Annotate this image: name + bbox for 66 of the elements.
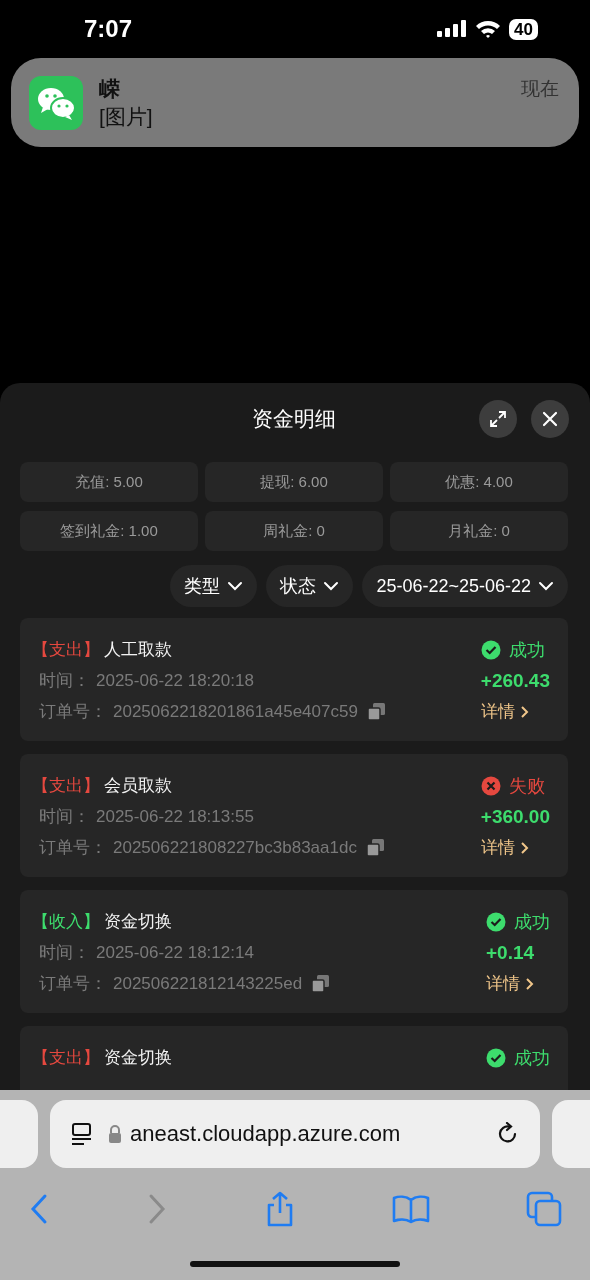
- record-type: 【支出】: [32, 775, 100, 797]
- copy-icon[interactable]: [366, 839, 384, 856]
- battery-indicator: 40: [509, 18, 538, 40]
- time-label: 时间：: [39, 806, 90, 828]
- close-button[interactable]: [531, 400, 569, 438]
- record-status: 失败: [508, 774, 545, 798]
- record-type: 【支出】: [32, 639, 100, 661]
- notification-title: 嵘: [99, 75, 121, 102]
- stat-item: 优惠: 4.00: [390, 462, 568, 502]
- stat-item: 充值: 5.00: [20, 462, 198, 502]
- record-time: 2025-06-22 18:20:18: [96, 670, 254, 691]
- details-link[interactable]: 详情: [480, 832, 530, 863]
- record-title: 资金切换: [104, 911, 172, 933]
- time-label: 时间：: [39, 670, 90, 692]
- wifi-icon: [475, 19, 502, 39]
- record-status: 成功: [508, 638, 545, 662]
- order-label: 订单号：: [39, 701, 107, 723]
- notification-message: [图片]: [99, 103, 154, 130]
- record-amount: +260.43: [480, 669, 550, 693]
- lock-icon: [108, 1125, 122, 1143]
- record-type: 【支出】: [32, 1047, 100, 1069]
- details-link[interactable]: 详情: [486, 968, 535, 999]
- chevron-down-icon: [323, 581, 340, 591]
- filter-dropdown[interactable]: 类型: [170, 565, 258, 607]
- order-label: 订单号：: [39, 837, 107, 859]
- chevron-down-icon: [538, 581, 554, 591]
- chevron-right-icon: [519, 704, 530, 719]
- expand-icon: [488, 409, 508, 429]
- order-number: 202506221808227bc3b83aa1dc: [113, 837, 357, 858]
- time-label: 时间：: [39, 942, 90, 964]
- record-amount: +0.14: [486, 941, 535, 965]
- copy-icon[interactable]: [312, 975, 330, 992]
- close-icon: [541, 410, 559, 428]
- stat-item: 周礼金: 0: [205, 511, 383, 551]
- filter-dropdown[interactable]: 状态: [266, 565, 354, 607]
- record-time: 2025-06-22 18:12:14: [96, 942, 254, 963]
- address-bar[interactable]: aneast.cloudapp.azure.com: [50, 1100, 540, 1168]
- filter-dropdown[interactable]: 25-06-22~25-06-22: [362, 565, 568, 607]
- record-amount: +360.00: [480, 805, 550, 829]
- order-number: 202506221812143225ed: [113, 973, 303, 994]
- details-link[interactable]: 详情: [480, 696, 530, 727]
- reader-icon[interactable]: [70, 1122, 94, 1146]
- url-text: aneast.cloudapp.azure.com: [130, 1121, 401, 1147]
- chevron-right-icon: [519, 840, 530, 855]
- notification-time: 现在: [521, 77, 559, 101]
- stat-item: 月礼金: 0: [390, 511, 568, 551]
- chevron-down-icon: [227, 581, 244, 591]
- record-type: 【收入】: [32, 911, 100, 933]
- stat-item: 提现: 6.00: [205, 462, 383, 502]
- copy-icon[interactable]: [367, 703, 385, 720]
- record-status: 成功: [514, 1046, 550, 1070]
- record-status: 成功: [514, 910, 550, 934]
- record-time: 2025-06-22 18:13:55: [96, 806, 254, 827]
- signal-icon: [437, 19, 468, 39]
- status-time: 7:07: [84, 15, 133, 43]
- notification-banner[interactable]: 嵘 [图片] 现在: [11, 58, 579, 147]
- record-title: 会员取款: [104, 775, 172, 797]
- chevron-right-icon: [525, 976, 535, 991]
- order-label: 订单号：: [39, 973, 107, 995]
- record-title: 资金切换: [104, 1047, 172, 1069]
- record-title: 人工取款: [104, 639, 172, 661]
- sheet-title: 资金明细: [252, 406, 336, 432]
- order-number: 2025062218201861a45e407c59: [113, 701, 358, 722]
- chat-app-icon: [29, 75, 83, 130]
- expand-button[interactable]: [479, 400, 517, 438]
- stat-item: 签到礼金: 1.00: [20, 511, 198, 551]
